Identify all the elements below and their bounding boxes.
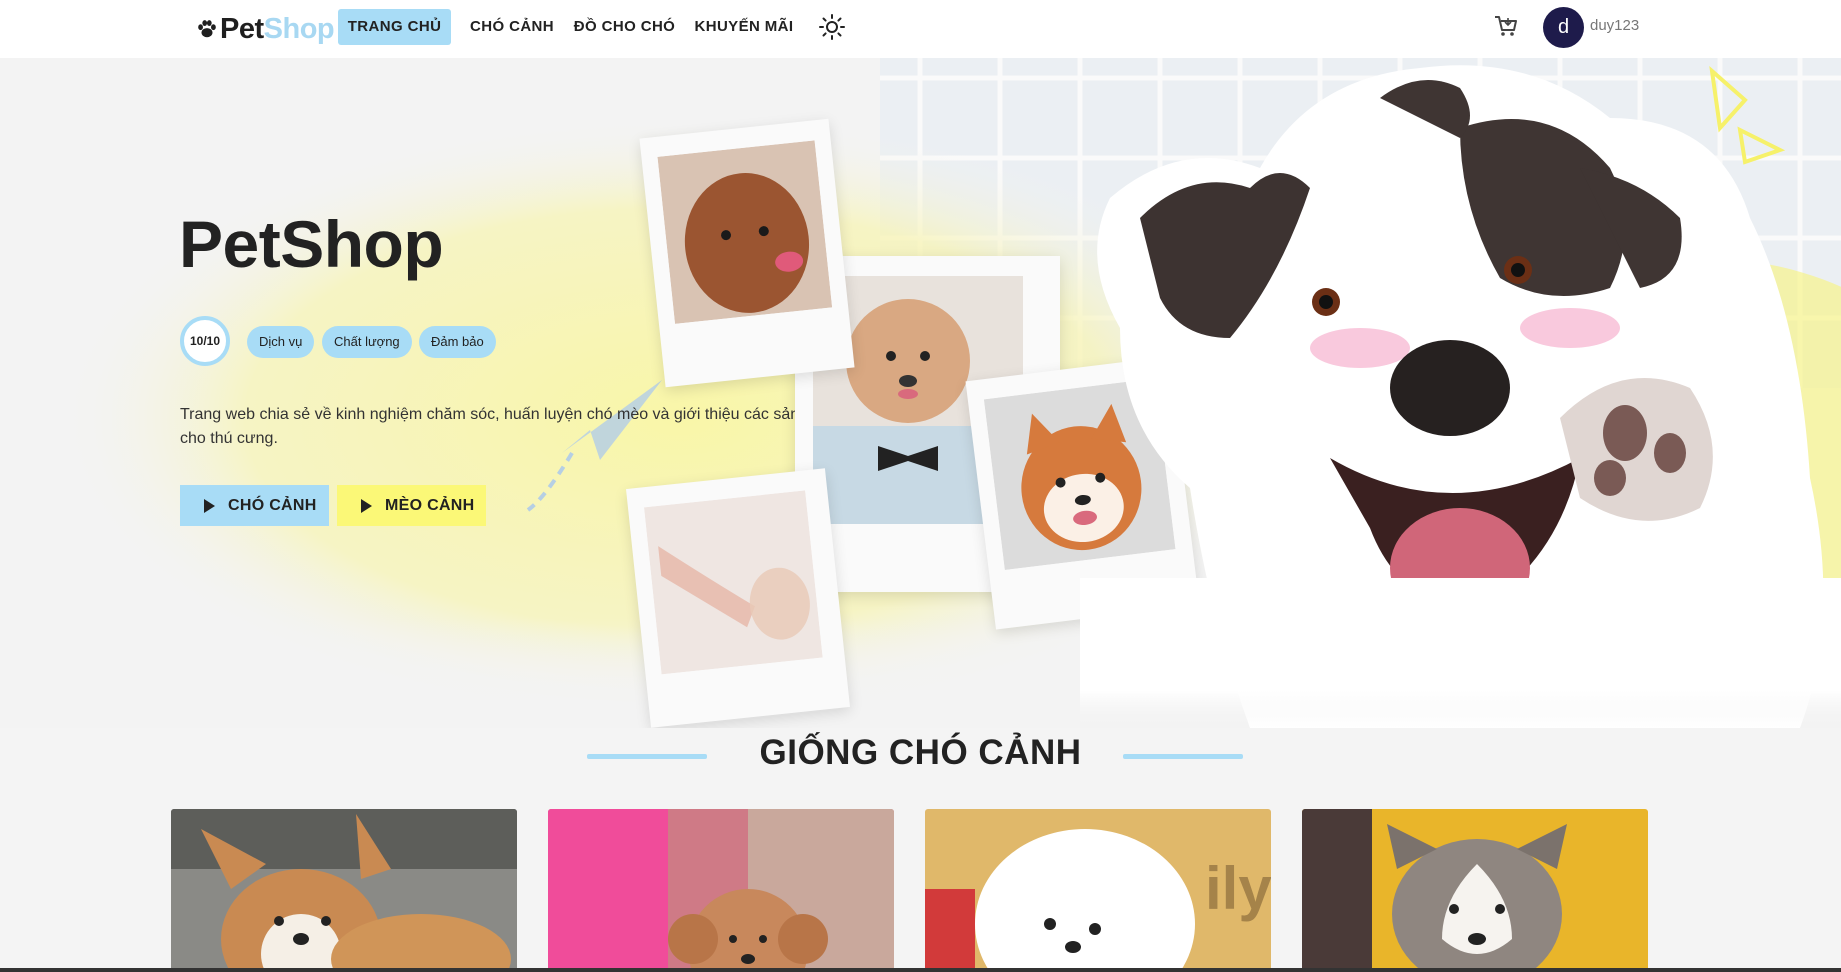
- svg-text:ily: ily: [1205, 855, 1271, 922]
- cho-canh-button[interactable]: CHÓ CẢNH: [180, 485, 329, 526]
- nav-item-trang-chu[interactable]: TRANG CHỦ: [338, 9, 451, 45]
- play-icon: [204, 499, 215, 513]
- hero-title: PetShop: [179, 207, 444, 281]
- breed-card-alaskan[interactable]: [1302, 809, 1648, 972]
- paw-icon: [198, 20, 216, 38]
- play-icon: [361, 499, 372, 513]
- nav-item-cho-canh[interactable]: CHÓ CẢNH: [467, 9, 557, 45]
- breed-card-pomeranian[interactable]: ily: [925, 809, 1271, 972]
- breed-card-corgi[interactable]: [171, 809, 517, 972]
- polaroid-hands: [626, 468, 850, 728]
- polaroid-brown-dog: [639, 118, 855, 388]
- hands-photo: [644, 490, 823, 675]
- username[interactable]: duy123: [1590, 17, 1639, 34]
- tag-chat-luong[interactable]: Chất lượng: [322, 326, 412, 358]
- sun-icon[interactable]: [818, 13, 846, 41]
- hero-dog-image: [1080, 65, 1841, 728]
- tag-dich-vu[interactable]: Dịch vụ: [247, 326, 315, 358]
- alaskan-malamute-photo: [1302, 809, 1648, 972]
- top-navbar: Pet Shop TRANG CHỦ CHÓ CẢNH ĐỒ CHO CHÓ KH…: [0, 0, 1841, 58]
- logo-text-pet: Pet: [220, 12, 264, 45]
- tag-dam-bao[interactable]: Đảm bảo: [419, 326, 496, 358]
- logo[interactable]: Pet Shop: [196, 10, 335, 48]
- title-divider-right: [1123, 754, 1243, 759]
- logo-text-shop: Shop: [263, 12, 335, 45]
- nav-item-khuyen-mai[interactable]: KHUYẾN MÃI: [692, 9, 796, 45]
- brown-dog-photo: [657, 140, 833, 324]
- hero-banner: PetShop 10/10 Dịch vụ Chất lượng Đảm bảo…: [0, 58, 1841, 728]
- corgi-photo: [171, 809, 517, 972]
- meo-canh-button-label: MÈO CẢNH: [385, 497, 475, 514]
- score-badge: 10/10: [180, 316, 230, 366]
- nav-item-do-cho-cho[interactable]: ĐỒ CHO CHÓ: [573, 9, 676, 45]
- poodle-photo: [548, 809, 894, 972]
- cho-canh-button-label: CHÓ CẢNH: [228, 497, 317, 514]
- meo-canh-button[interactable]: MÈO CẢNH: [337, 485, 486, 526]
- horizontal-scrollbar[interactable]: [0, 968, 1841, 972]
- avatar[interactable]: d: [1543, 7, 1584, 48]
- breed-card-poodle[interactable]: [548, 809, 894, 972]
- section-title: GIỐNG CHÓ CẢNH: [759, 733, 1082, 772]
- cart-icon[interactable]: [1493, 13, 1519, 39]
- white-pomeranian-photo: ily: [925, 809, 1271, 972]
